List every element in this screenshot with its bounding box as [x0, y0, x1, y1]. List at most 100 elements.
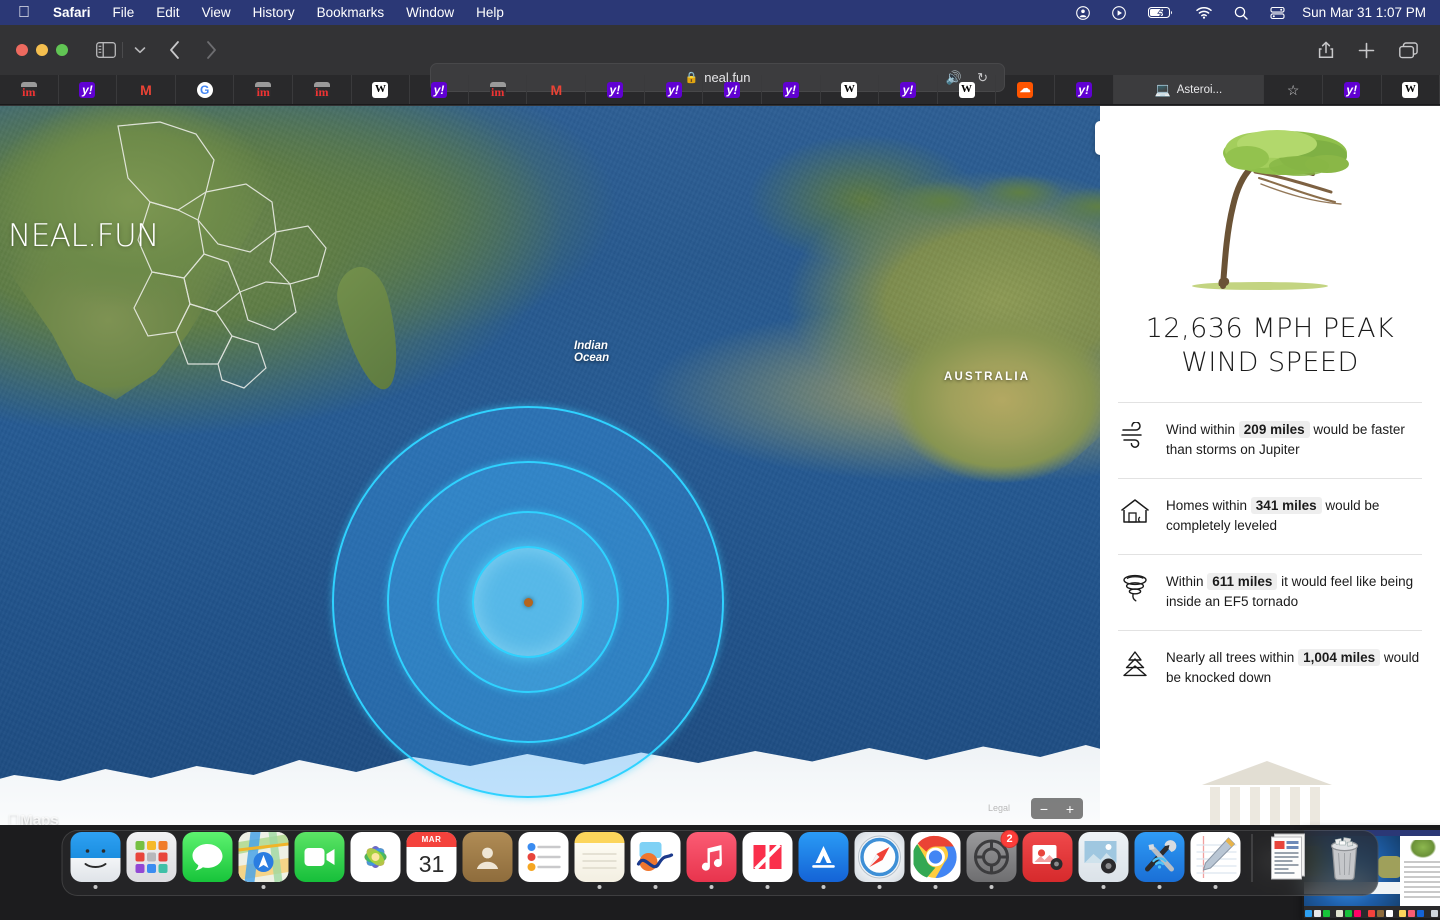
dock-item-chrome[interactable]	[909, 832, 963, 889]
thumbnail-land-right	[1378, 856, 1402, 878]
menu-item-view[interactable]: View	[191, 0, 242, 25]
share-icon[interactable]	[1318, 41, 1334, 59]
menu-item-window[interactable]: Window	[395, 0, 465, 25]
dock-item-documents-stack[interactable]	[1262, 832, 1316, 889]
safari-toolbar: 🔒 neal.fun 🔊 ↻	[0, 25, 1440, 75]
browser-tab[interactable]: im	[469, 75, 528, 104]
tornado-icon	[1118, 572, 1152, 602]
browser-tab-active[interactable]: 💻 Asteroi...	[1114, 75, 1265, 104]
page-headline: 12,636 MPH PEAK WIND SPEED	[1118, 312, 1422, 402]
menu-item-bookmarks[interactable]: Bookmarks	[306, 0, 396, 25]
dock-item-launchpad[interactable]	[125, 832, 179, 889]
dock-item-appstore[interactable]	[797, 832, 851, 889]
dock-item-freeform[interactable]	[629, 832, 683, 889]
browser-tab[interactable]: W	[821, 75, 880, 104]
impact-map[interactable]: Indian Ocean AUSTRALIA NEAL.FUN NEW  Ma…	[0, 106, 1100, 825]
running-indicator	[766, 885, 770, 889]
browser-tab[interactable]: y!	[410, 75, 469, 104]
dock-item-reminders[interactable]	[517, 832, 571, 889]
wifi-icon[interactable]	[1185, 6, 1223, 19]
browser-tab[interactable]: M	[527, 75, 586, 104]
dock-item-photos[interactable]	[349, 832, 403, 889]
running-indicator	[710, 885, 714, 889]
battery-charging-icon[interactable]	[1137, 6, 1185, 19]
map-legal-link[interactable]: Legal	[988, 803, 1010, 813]
dock-item-textedit[interactable]	[1189, 832, 1243, 889]
dock-item-airport-utility[interactable]	[1133, 832, 1187, 889]
tab-overview-icon[interactable]	[1399, 42, 1418, 59]
computer-icon: 💻	[1155, 82, 1171, 98]
appstore-icon	[799, 832, 849, 882]
apple-maps-attribution[interactable]:  Maps	[8, 812, 59, 825]
browser-tab[interactable]: im	[0, 75, 59, 104]
dock-divider	[1252, 834, 1253, 882]
wind-icon	[1118, 420, 1152, 448]
dock-item-safari[interactable]	[853, 832, 907, 889]
menu-item-safari[interactable]: Safari	[42, 0, 102, 25]
contacts-icon	[463, 832, 513, 882]
indonesia-landmass	[900, 166, 1100, 236]
display-icon[interactable]	[1259, 6, 1296, 20]
browser-tab[interactable]: ☆	[1264, 75, 1323, 104]
calendar-icon: MAR 31	[407, 832, 457, 882]
browser-tab[interactable]: im	[234, 75, 293, 104]
browser-tab[interactable]: ☁	[996, 75, 1055, 104]
dock-item-trash[interactable]	[1318, 832, 1372, 889]
browser-tab[interactable]: G	[176, 75, 235, 104]
browser-tab[interactable]: y!	[1323, 75, 1382, 104]
browser-tab[interactable]: y!	[703, 75, 762, 104]
sidebar-icon[interactable]	[96, 41, 116, 59]
dock-item-contacts[interactable]	[461, 832, 515, 889]
control-center-icon[interactable]	[1101, 6, 1137, 20]
dock-item-facetime[interactable]	[293, 832, 347, 889]
star-icon: ☆	[1285, 82, 1301, 98]
fact-value: 1,004 miles	[1298, 649, 1380, 666]
dock-item-notes[interactable]	[573, 832, 627, 889]
forward-arrow-icon[interactable]	[205, 40, 217, 60]
dock-item-music[interactable]	[685, 832, 739, 889]
dock-item-calendar[interactable]: MAR 31	[405, 832, 459, 889]
chevron-down-icon[interactable]	[133, 46, 147, 54]
browser-tab[interactable]: M	[117, 75, 176, 104]
neal-fun-logo[interactable]: NEAL.FUN	[8, 218, 159, 254]
browser-tab[interactable]: im	[293, 75, 352, 104]
dock-item-news[interactable]	[741, 832, 795, 889]
browser-tab[interactable]: y!	[59, 75, 118, 104]
apple-menu-icon[interactable]: 	[10, 2, 42, 24]
back-arrow-icon[interactable]	[169, 40, 181, 60]
browser-tab[interactable]: y!	[879, 75, 938, 104]
browser-tab[interactable]: y!	[586, 75, 645, 104]
zoom-in-button[interactable]: +	[1066, 802, 1074, 816]
impact-details-panel: collapse	[1100, 106, 1440, 825]
menu-item-edit[interactable]: Edit	[145, 0, 190, 25]
maximize-button[interactable]	[56, 44, 68, 56]
menu-item-history[interactable]: History	[242, 0, 306, 25]
user-account-icon[interactable]	[1065, 6, 1101, 20]
dock-item-maps[interactable]	[237, 832, 291, 889]
dock-item-keynote[interactable]	[1021, 832, 1075, 889]
dock-item-messages[interactable]	[181, 832, 235, 889]
menu-item-file[interactable]: File	[102, 0, 146, 25]
browser-tab[interactable]: y!	[762, 75, 821, 104]
running-indicator	[1158, 885, 1162, 889]
new-tab-icon[interactable]	[1358, 42, 1375, 59]
fact-value: 209 miles	[1239, 421, 1310, 438]
impact-point-marker[interactable]	[524, 598, 533, 607]
wikipedia-icon: W	[1402, 82, 1418, 98]
browser-tab[interactable]: W	[938, 75, 997, 104]
map-zoom-controls[interactable]: − +	[1031, 798, 1083, 819]
menu-item-help[interactable]: Help	[465, 0, 515, 25]
browser-tab[interactable]: y!	[645, 75, 704, 104]
dock-item-finder[interactable]	[69, 832, 123, 889]
search-icon[interactable]	[1223, 6, 1259, 20]
running-indicator	[654, 885, 658, 889]
zoom-out-button[interactable]: −	[1040, 802, 1048, 816]
dock-item-system-settings[interactable]: 2	[965, 832, 1019, 889]
browser-tab[interactable]: W	[1382, 75, 1440, 104]
minimize-button[interactable]	[36, 44, 48, 56]
dock-item-preview[interactable]	[1077, 832, 1131, 889]
browser-tab[interactable]: W	[352, 75, 411, 104]
browser-tab[interactable]: y!	[1055, 75, 1114, 104]
close-button[interactable]	[16, 44, 28, 56]
menu-bar-clock[interactable]: Sun Mar 31 1:07 PM	[1296, 5, 1430, 20]
